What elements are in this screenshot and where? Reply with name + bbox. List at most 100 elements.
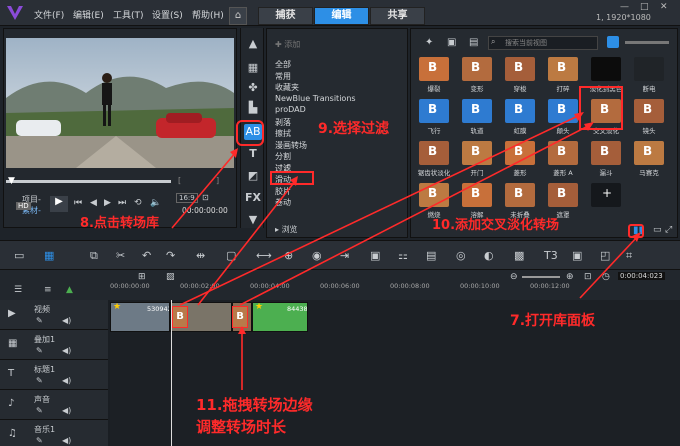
category-item[interactable]: NewBlue Transitions xyxy=(275,94,356,103)
timeline-playhead[interactable] xyxy=(171,300,172,446)
tab-edit[interactable]: 编辑 xyxy=(314,7,369,25)
category-item[interactable]: 擦拭 xyxy=(275,128,291,139)
scroll-up-icon[interactable]: ▲ xyxy=(244,36,262,52)
transition-thumb[interactable]: B xyxy=(419,141,449,165)
edit-track-icon[interactable]: ✎ xyxy=(36,406,43,415)
category-item[interactable]: 常用 xyxy=(275,71,291,82)
graphics-icon[interactable]: ◩ xyxy=(244,168,262,184)
volume-icon[interactable]: 🔈 xyxy=(150,198,161,208)
gif-icon[interactable]: ▨ xyxy=(166,272,175,282)
speed-icon[interactable]: ⚏ xyxy=(398,249,408,262)
transition-thumb[interactable]: B xyxy=(419,99,449,123)
edit-track-icon[interactable]: ✎ xyxy=(36,376,43,385)
edit-track-icon[interactable]: ✎ xyxy=(36,316,43,325)
panel-toggle-icon[interactable]: ▭ xyxy=(653,225,662,235)
record-icon[interactable]: ◉ xyxy=(312,249,322,262)
repeat-icon[interactable]: ⟲ xyxy=(134,198,142,208)
fit-timeline-icon[interactable]: ⊞ xyxy=(138,272,146,282)
track-header[interactable]: ▶ 视频 ✎ ◀) xyxy=(0,300,108,330)
templates-icon[interactable]: ▙ xyxy=(244,100,262,116)
scroll-down-icon[interactable]: ▼ xyxy=(244,212,262,228)
tab-capture[interactable]: 捕获 xyxy=(258,7,313,25)
track-audio-icon[interactable]: ◀) xyxy=(62,436,71,445)
category-item[interactable]: 卷动 xyxy=(275,197,291,208)
expand-panel-icon[interactable]: ⤢ xyxy=(665,225,672,235)
stabilize-icon[interactable]: ▣ xyxy=(572,249,582,262)
category-item[interactable]: 分割 xyxy=(275,151,291,162)
track-order-icon[interactable]: ≡ xyxy=(44,285,52,295)
crop-tool-icon[interactable]: ⌗ xyxy=(626,249,632,263)
aspect-ratio[interactable]: 16:9 xyxy=(176,193,198,203)
category-item[interactable]: 全部 xyxy=(275,59,291,70)
track-audio-icon[interactable]: ◀) xyxy=(62,346,71,355)
next-frame-icon[interactable]: ▶ xyxy=(104,198,111,208)
go-start-icon[interactable]: ⏮ xyxy=(74,198,82,208)
track-audio-icon[interactable]: ◀) xyxy=(62,316,71,325)
track-audio-icon[interactable]: ◀) xyxy=(62,376,71,385)
track-audio-icon[interactable]: ◀) xyxy=(62,406,71,415)
transition-thumb[interactable]: B xyxy=(462,99,492,123)
undo-icon[interactable]: ↶ xyxy=(142,249,151,262)
audio-mix-icon[interactable]: ⇥ xyxy=(340,249,349,262)
instant-project-icon[interactable]: ✤ xyxy=(244,80,262,96)
transition-thumb[interactable]: B xyxy=(419,183,449,207)
transition-thumb[interactable]: B xyxy=(505,99,535,123)
transition-thumb[interactable]: B xyxy=(505,183,535,207)
filter-fx-icon[interactable]: FX xyxy=(244,190,262,206)
go-end-icon[interactable]: ⏭ xyxy=(118,198,126,208)
transition-thumb[interactable]: + xyxy=(591,183,621,207)
menu-settings[interactable]: 设置(S) xyxy=(152,8,183,21)
fit-icon[interactable]: ▢ xyxy=(226,249,236,262)
zoom-in-icon[interactable]: ⊕ xyxy=(566,272,574,282)
play-button[interactable]: ▶ xyxy=(50,196,68,212)
minimize-icon[interactable]: — xyxy=(620,2,629,12)
library-folder-icon[interactable]: ▣ xyxy=(447,37,456,48)
edit-track-icon[interactable]: ✎ xyxy=(36,436,43,445)
camera-icon[interactable]: ◰ xyxy=(600,249,610,262)
tools-icon[interactable]: ✂ xyxy=(116,249,125,262)
menu-tools[interactable]: 工具(T) xyxy=(113,8,144,21)
mark-in-icon[interactable]: [ xyxy=(178,176,181,185)
library-gallery-icon[interactable]: ✦ xyxy=(425,37,433,48)
zoom-out-icon[interactable]: ⊖ xyxy=(510,272,518,282)
track-header[interactable]: ▦ 叠加1 ✎ ◀) xyxy=(0,330,108,360)
transition-thumb[interactable] xyxy=(634,57,664,81)
menu-help[interactable]: 帮助(H) xyxy=(192,8,224,21)
transition-block-1[interactable]: B xyxy=(172,306,188,328)
multicam-icon[interactable]: ▣ xyxy=(370,249,380,262)
track-header[interactable]: ♪ 声音 ✎ ◀) xyxy=(0,390,108,420)
storyboard-view-icon[interactable]: ▭ xyxy=(14,249,24,262)
mask-icon[interactable]: ◎ xyxy=(456,249,466,262)
transition-thumb[interactable]: B xyxy=(591,141,621,165)
transition-thumb[interactable]: B xyxy=(462,141,492,165)
timeline-timecode[interactable]: 0:00:04:023 xyxy=(618,272,665,280)
trim-icon[interactable]: ⟷ xyxy=(256,249,272,262)
transition-thumb[interactable]: B xyxy=(548,183,578,207)
category-item[interactable]: 漫画转场 xyxy=(275,140,307,151)
fit-project-icon[interactable]: ⊡ xyxy=(584,272,592,282)
preview-timecode[interactable]: 00:00:00:00 xyxy=(182,206,228,215)
transition-thumb[interactable]: B xyxy=(462,183,492,207)
browse-button[interactable]: ▸ 浏览 xyxy=(275,224,298,235)
library-apply-icon[interactable]: ▤ xyxy=(469,37,478,48)
thumb-size-slider[interactable] xyxy=(625,41,669,44)
timeline-view-icon[interactable]: ▦ xyxy=(44,249,54,262)
redo-icon[interactable]: ↷ xyxy=(166,249,175,262)
add-folder-button[interactable]: ✚ 添加 xyxy=(275,39,300,50)
playhead-icon[interactable]: ▼ xyxy=(8,176,16,186)
track-header[interactable]: T 标题1 ✎ ◀) xyxy=(0,360,108,390)
mark-out-icon[interactable]: ] xyxy=(216,176,219,185)
transition-thumb[interactable]: B xyxy=(419,57,449,81)
search-input[interactable]: 搜索当前视图 xyxy=(488,36,598,50)
transition-thumb[interactable]: B xyxy=(505,57,535,81)
tab-share[interactable]: 共享 xyxy=(370,7,425,25)
clock-icon[interactable]: ◷ xyxy=(602,272,610,282)
view-toggle-icon[interactable] xyxy=(607,36,619,48)
transition-thumb[interactable]: B xyxy=(634,99,664,123)
transition-block-2[interactable]: B xyxy=(232,306,248,328)
crop-icon[interactable]: ⊡ xyxy=(202,193,209,202)
track-manager-icon[interactable]: ⧉ xyxy=(90,249,98,263)
title-icon[interactable]: T xyxy=(244,146,262,162)
3d-title-icon[interactable]: T3 xyxy=(544,249,558,262)
edit-track-icon[interactable]: ✎ xyxy=(36,346,43,355)
